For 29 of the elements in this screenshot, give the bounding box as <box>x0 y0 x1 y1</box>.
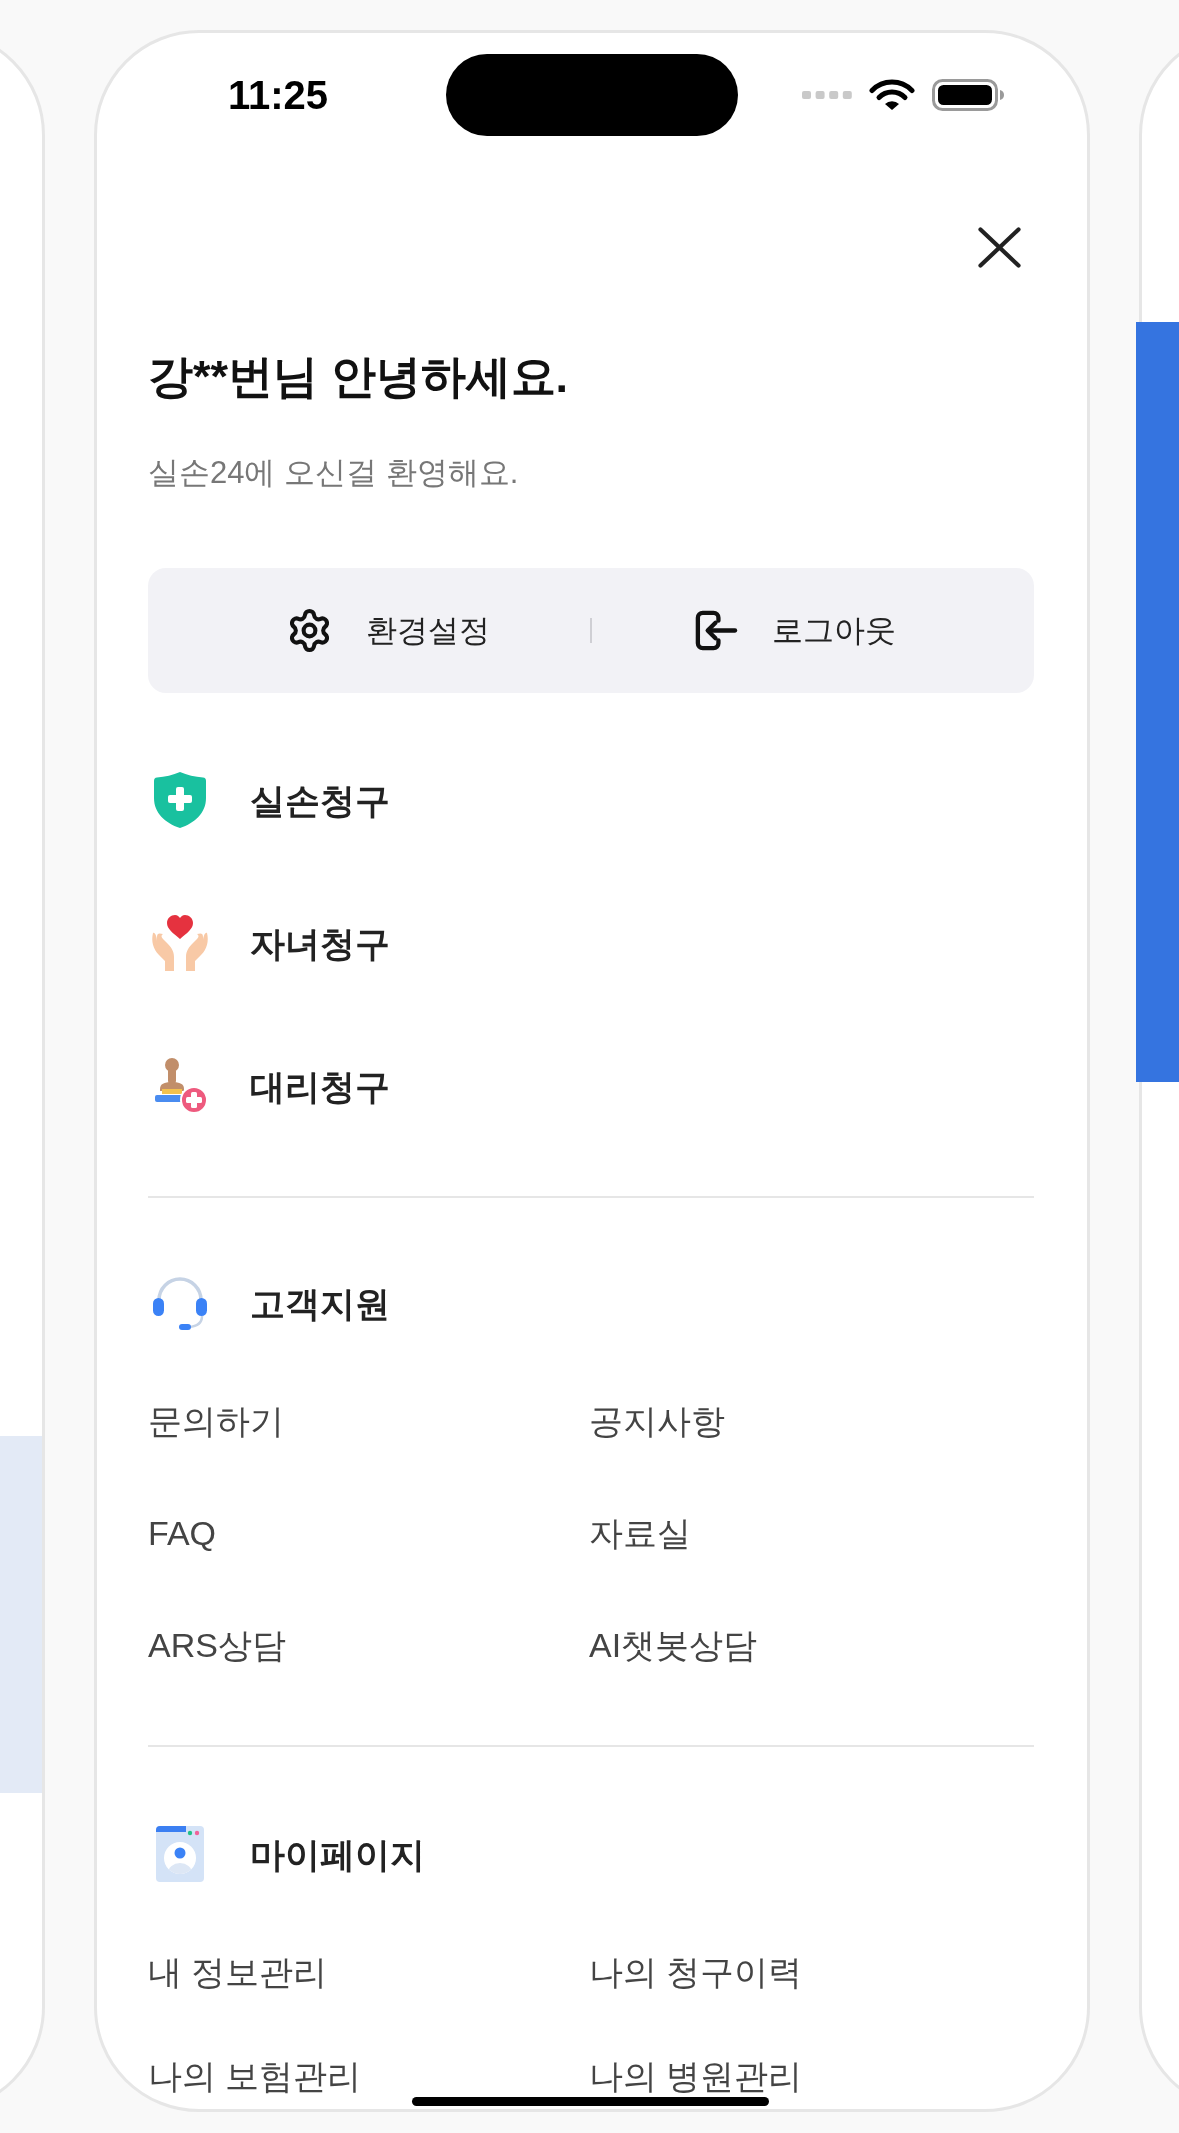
menu-link[interactable]: AI챗봇상담 <box>589 1628 758 1662</box>
menu-item[interactable]: 대리청구 <box>148 1046 390 1126</box>
menu-link[interactable]: ARS상담 <box>148 1628 286 1662</box>
greeting-title: 강**번님 안녕하세요. <box>148 353 569 399</box>
hands-heart-icon <box>151 915 209 971</box>
menu-link[interactable]: 나의 병원관리 <box>589 2059 803 2093</box>
status-time: 11:25 <box>228 75 329 115</box>
profile-window-icon <box>156 1826 204 1882</box>
headset-icon <box>151 1274 209 1332</box>
settings-button[interactable]: 환경설정 <box>286 607 490 654</box>
close-button[interactable] <box>978 227 1021 268</box>
menu-item[interactable]: 자녀청구 <box>148 903 390 983</box>
section-title: 고객지원 <box>250 1285 390 1321</box>
menu-link[interactable]: 나의 보험관리 <box>148 2059 362 2093</box>
greeting-subtitle: 실손24에 오신걸 환영해요. <box>148 456 519 488</box>
signal-icon <box>802 91 852 99</box>
wifi-icon <box>869 79 915 111</box>
close-icon <box>978 227 1021 268</box>
menu-link[interactable]: 나의 청구이력 <box>589 1955 803 1989</box>
logout-button[interactable]: 로그아웃 <box>692 607 896 654</box>
menu-item[interactable]: 실손청구 <box>148 760 390 840</box>
section-title: 마이페이지 <box>250 1836 425 1872</box>
menu-link[interactable]: 자료실 <box>589 1516 691 1550</box>
menu-link[interactable]: FAQ <box>148 1516 217 1550</box>
menu-link[interactable]: 공지사항 <box>589 1404 725 1438</box>
shield-plus-icon <box>153 771 207 829</box>
menu-link[interactable]: 내 정보관리 <box>148 1955 328 1989</box>
menu-link[interactable]: 문의하기 <box>148 1404 284 1438</box>
battery-icon <box>932 79 1005 111</box>
